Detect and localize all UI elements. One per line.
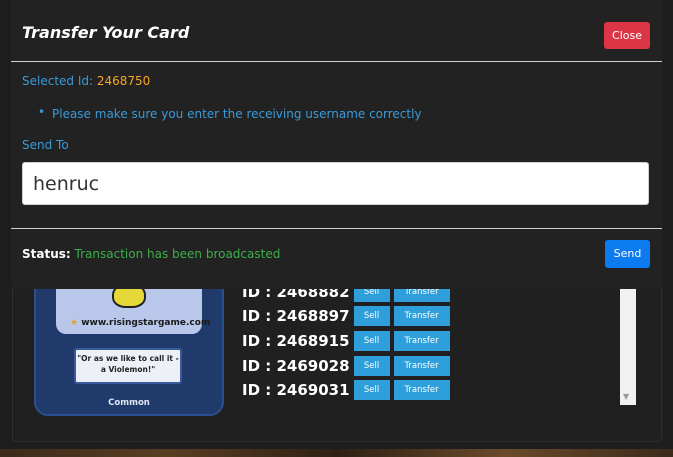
transfer-button[interactable]: Transfer xyxy=(393,380,450,400)
notice-text: Please make sure you enter the receiving… xyxy=(52,107,422,121)
id-text: ID : 2468897 xyxy=(242,307,350,325)
bullet-icon: • xyxy=(38,105,46,119)
header-divider xyxy=(11,61,662,62)
card-rarity: Common xyxy=(108,398,150,408)
scroll-down-icon[interactable]: ▼ xyxy=(623,392,629,401)
card-url-text: www.risingstargame.com xyxy=(81,318,211,328)
transfer-button[interactable]: Transfer xyxy=(393,306,450,326)
selected-id: Selected Id: 2468750 xyxy=(22,74,150,88)
transfer-button[interactable]: Transfer xyxy=(393,356,450,376)
id-text: ID : 2469028 xyxy=(242,357,350,375)
footer-divider xyxy=(11,228,662,229)
id-text: ID : 2468915 xyxy=(242,332,350,350)
sell-button[interactable]: Sell xyxy=(353,380,390,400)
id-row: ID : 2469028 Sell Transfer xyxy=(242,356,450,376)
send-button[interactable]: Send xyxy=(605,240,650,268)
background-strip xyxy=(0,449,673,457)
sell-button[interactable]: Sell xyxy=(353,306,390,326)
close-button[interactable]: Close xyxy=(604,22,650,49)
scrollbar[interactable] xyxy=(620,289,636,405)
id-row: ID : 2468897 Sell Transfer xyxy=(242,306,450,326)
status-value: Transaction has been broadcasted xyxy=(74,247,281,261)
status-label: Status: xyxy=(22,247,71,261)
send-to-label: Send To xyxy=(22,138,69,152)
star-icon: ★ xyxy=(70,318,79,328)
selected-id-value: 2468750 xyxy=(96,74,151,88)
send-to-input[interactable] xyxy=(22,162,649,205)
card-url: ★ www.risingstargame.com xyxy=(70,318,210,328)
sell-button[interactable]: Sell xyxy=(353,331,390,351)
id-text: ID : 2469031 xyxy=(242,381,350,399)
transfer-button[interactable]: Transfer xyxy=(393,331,450,351)
card-quote: "Or as we like to call it - a Violemon!" xyxy=(74,348,182,384)
card-image[interactable]: ★ www.risingstargame.com "Or as we like … xyxy=(34,270,224,416)
transfer-modal: Transfer Your Card Close Selected Id: 24… xyxy=(11,0,662,289)
status-line: Status: Transaction has been broadcasted xyxy=(22,247,280,261)
modal-title: Transfer Your Card xyxy=(22,23,190,42)
sell-button[interactable]: Sell xyxy=(353,356,390,376)
id-row: ID : 2468915 Sell Transfer xyxy=(242,331,450,351)
id-row: ID : 2469031 Sell Transfer xyxy=(242,380,450,400)
selected-id-label: Selected Id: xyxy=(22,74,94,88)
